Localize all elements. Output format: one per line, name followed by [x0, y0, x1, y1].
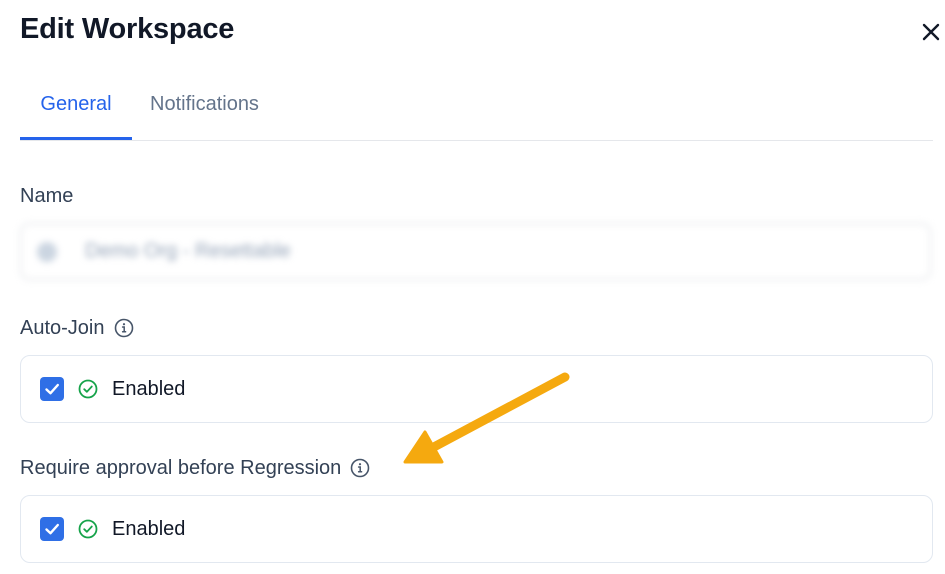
auto-join-label-text: Auto-Join — [20, 317, 105, 339]
workspace-avatar-icon — [37, 241, 57, 262]
require-approval-status: Enabled — [112, 517, 186, 540]
require-approval-option: Enabled — [20, 495, 933, 563]
checkmark-icon — [45, 383, 59, 395]
name-label: Name — [20, 182, 73, 210]
name-input[interactable]: Demo Org - Resettable — [20, 223, 931, 280]
close-icon — [922, 23, 940, 41]
checkmark-icon — [45, 523, 59, 535]
name-label-text: Name — [20, 185, 74, 207]
require-approval-checkbox[interactable] — [40, 517, 64, 541]
auto-join-checkbox[interactable] — [40, 377, 64, 401]
tab-bar: General Notifications — [20, 84, 933, 141]
info-icon[interactable] — [113, 317, 135, 339]
require-approval-label-text: Require approval before Regression — [20, 457, 342, 479]
dialog-title: Edit Workspace — [20, 13, 235, 45]
tab-notifications[interactable]: Notifications — [150, 84, 259, 138]
auto-join-label: Auto-Join — [20, 314, 135, 342]
name-input-value: Demo Org - Resettable — [85, 240, 291, 262]
require-approval-label: Require approval before Regression — [20, 454, 371, 482]
auto-join-status: Enabled — [112, 377, 186, 400]
auto-join-option: Enabled — [20, 355, 933, 423]
check-circle-icon — [77, 518, 99, 540]
info-icon[interactable] — [349, 457, 371, 479]
check-circle-icon — [77, 378, 99, 400]
close-button[interactable] — [914, 15, 945, 49]
tab-general[interactable]: General — [20, 84, 132, 140]
